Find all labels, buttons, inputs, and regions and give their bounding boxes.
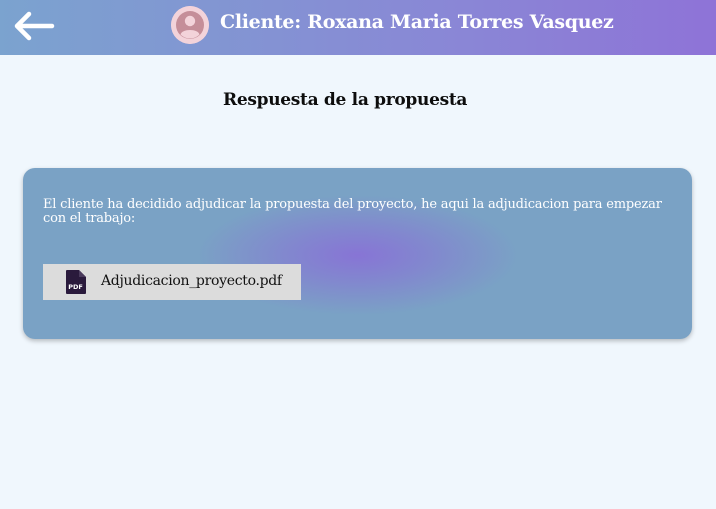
pdf-file-icon: PDF [64, 269, 88, 295]
avatar [171, 6, 209, 44]
user-icon [171, 6, 209, 44]
attachment-download[interactable]: PDF Adjudicacion_proyecto.pdf [43, 264, 301, 300]
arrow-left-icon [14, 11, 55, 41]
client-title: Cliente: Roxana Maria Torres Vasquez [220, 11, 614, 33]
svg-text:PDF: PDF [68, 283, 83, 291]
top-bar: Cliente: Roxana Maria Torres Vasquez [0, 0, 716, 55]
proposal-response-card: El cliente ha decidido adjudicar la prop… [23, 168, 692, 339]
attachment-filename: Adjudicacion_proyecto.pdf [101, 273, 282, 289]
page-title: Respuesta de la propuesta [223, 90, 468, 110]
response-message: El cliente ha decidido adjudicar la prop… [43, 197, 662, 226]
back-button[interactable] [10, 7, 56, 45]
